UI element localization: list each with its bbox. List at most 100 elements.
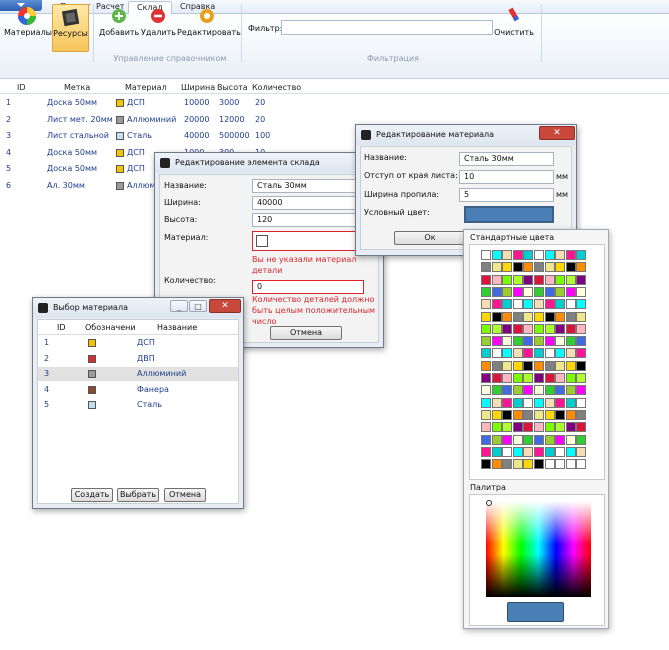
standard-color-cell[interactable] bbox=[481, 323, 491, 334]
standard-color-cell[interactable] bbox=[534, 336, 544, 347]
standard-color-cell[interactable] bbox=[502, 299, 513, 310]
standard-color-cell[interactable] bbox=[481, 434, 491, 445]
standard-color-cell[interactable] bbox=[544, 274, 555, 285]
standard-color-cell[interactable] bbox=[576, 336, 587, 347]
close-icon[interactable]: ✕ bbox=[539, 126, 575, 140]
standard-color-cell[interactable] bbox=[481, 299, 491, 310]
standard-color-cell[interactable] bbox=[491, 434, 502, 445]
standard-color-cell[interactable] bbox=[534, 262, 544, 273]
column-header-qty[interactable]: Количество bbox=[252, 83, 301, 92]
standard-color-cell[interactable] bbox=[523, 274, 534, 285]
item-name-input[interactable]: Сталь 30мм bbox=[252, 179, 360, 193]
standard-color-cell[interactable] bbox=[565, 250, 576, 260]
standard-color-cell[interactable] bbox=[555, 274, 566, 285]
material-ok-button[interactable]: Ок bbox=[394, 231, 466, 245]
standard-color-cell[interactable] bbox=[565, 311, 576, 322]
standard-color-cell[interactable] bbox=[502, 336, 513, 347]
standard-color-cell[interactable] bbox=[555, 286, 566, 297]
standard-color-cell[interactable] bbox=[502, 311, 513, 322]
column-header-height[interactable]: Высота bbox=[217, 83, 248, 92]
standard-color-cell[interactable] bbox=[502, 373, 513, 383]
standard-color-cell[interactable] bbox=[502, 422, 513, 433]
standard-color-cell[interactable] bbox=[576, 360, 587, 371]
standard-color-cell[interactable] bbox=[534, 274, 544, 285]
standard-color-cell[interactable] bbox=[544, 286, 555, 297]
standard-color-cell[interactable] bbox=[565, 299, 576, 310]
standard-color-cell[interactable] bbox=[565, 434, 576, 445]
saw-width-input[interactable]: 5 bbox=[459, 188, 554, 202]
list-item-swatch[interactable] bbox=[88, 385, 96, 394]
standard-color-cell[interactable] bbox=[555, 262, 566, 273]
standard-color-cell[interactable] bbox=[502, 323, 513, 334]
standard-color-cell[interactable] bbox=[512, 373, 523, 383]
standard-color-cell[interactable] bbox=[576, 459, 587, 470]
standard-color-cell[interactable] bbox=[555, 348, 566, 359]
standard-color-cell[interactable] bbox=[502, 385, 513, 396]
standard-color-cell[interactable] bbox=[502, 360, 513, 371]
standard-color-cell[interactable] bbox=[555, 446, 566, 457]
standard-color-cell[interactable] bbox=[491, 446, 502, 457]
standard-color-cell[interactable] bbox=[555, 373, 566, 383]
standard-color-cell[interactable] bbox=[512, 385, 523, 396]
standard-color-cell[interactable] bbox=[523, 311, 534, 322]
standard-color-cell[interactable] bbox=[534, 446, 544, 457]
list-item-id[interactable]: 1 bbox=[44, 338, 49, 347]
standard-color-cell[interactable] bbox=[544, 397, 555, 408]
standard-color-cell[interactable] bbox=[491, 286, 502, 297]
standard-color-cell[interactable] bbox=[534, 385, 544, 396]
standard-color-cell[interactable] bbox=[491, 385, 502, 396]
standard-color-cell[interactable] bbox=[523, 434, 534, 445]
standard-color-cell[interactable] bbox=[576, 422, 587, 433]
standard-color-cell[interactable] bbox=[555, 385, 566, 396]
standard-color-cell[interactable] bbox=[481, 373, 491, 383]
col-header-symbol[interactable]: Обозначени bbox=[85, 323, 136, 332]
standard-color-cell[interactable] bbox=[481, 422, 491, 433]
standard-color-cell[interactable] bbox=[534, 397, 544, 408]
standard-color-cell[interactable] bbox=[544, 250, 555, 260]
column-header-label[interactable]: Метка bbox=[64, 83, 90, 92]
standard-color-cell[interactable] bbox=[523, 360, 534, 371]
create-button[interactable]: Создать bbox=[71, 488, 113, 502]
standard-color-cell[interactable] bbox=[491, 360, 502, 371]
standard-color-cell[interactable] bbox=[523, 409, 534, 420]
list-item-name[interactable]: Сталь bbox=[137, 400, 162, 409]
standard-color-cell[interactable] bbox=[565, 360, 576, 371]
standard-color-cell[interactable] bbox=[565, 409, 576, 420]
standard-color-cell[interactable] bbox=[576, 274, 587, 285]
standard-color-cell[interactable] bbox=[534, 286, 544, 297]
standard-color-cell[interactable] bbox=[502, 286, 513, 297]
standard-color-cell[interactable] bbox=[502, 434, 513, 445]
standard-color-cell[interactable] bbox=[555, 459, 566, 470]
standard-color-cell[interactable] bbox=[576, 286, 587, 297]
standard-color-cell[interactable] bbox=[512, 422, 523, 433]
standard-color-cell[interactable] bbox=[481, 262, 491, 273]
standard-color-cell[interactable] bbox=[481, 336, 491, 347]
standard-color-cell[interactable] bbox=[565, 397, 576, 408]
standard-color-cell[interactable] bbox=[512, 360, 523, 371]
standard-color-cell[interactable] bbox=[534, 409, 544, 420]
edit-button[interactable]: Редактировать bbox=[177, 4, 241, 52]
standard-color-cell[interactable] bbox=[534, 250, 544, 260]
standard-color-cell[interactable] bbox=[512, 397, 523, 408]
column-header-width[interactable]: Ширина bbox=[181, 83, 215, 92]
standard-color-cell[interactable] bbox=[491, 397, 502, 408]
standard-color-cell[interactable] bbox=[576, 323, 587, 334]
standard-color-cell[interactable] bbox=[523, 385, 534, 396]
standard-color-cell[interactable] bbox=[565, 446, 576, 457]
standard-color-cell[interactable] bbox=[502, 250, 513, 260]
standard-color-cell[interactable] bbox=[491, 459, 502, 470]
standard-color-cell[interactable] bbox=[523, 397, 534, 408]
standard-color-cell[interactable] bbox=[481, 286, 491, 297]
resources-button[interactable]: Ресурсы bbox=[52, 4, 89, 52]
standard-color-cell[interactable] bbox=[491, 323, 502, 334]
standard-color-cell[interactable] bbox=[555, 299, 566, 310]
standard-color-cell[interactable] bbox=[565, 459, 576, 470]
select-cancel-button[interactable]: Отмена bbox=[164, 488, 206, 502]
standard-color-cell[interactable] bbox=[523, 348, 534, 359]
standard-color-cell[interactable] bbox=[534, 360, 544, 371]
minimize-icon[interactable]: _ bbox=[170, 300, 188, 312]
standard-color-cell[interactable] bbox=[555, 250, 566, 260]
standard-color-cell[interactable] bbox=[534, 434, 544, 445]
standard-color-cell[interactable] bbox=[534, 373, 544, 383]
standard-color-cell[interactable] bbox=[534, 422, 544, 433]
